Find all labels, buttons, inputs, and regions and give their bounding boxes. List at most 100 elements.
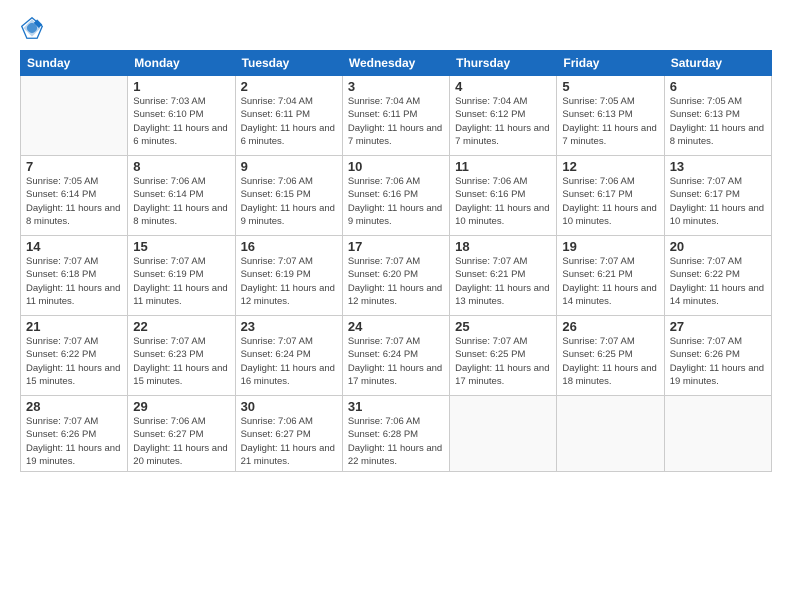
- cell-date-number: 29: [133, 399, 229, 414]
- week-row-3: 14Sunrise: 7:07 AMSunset: 6:18 PMDayligh…: [21, 236, 772, 316]
- calendar-cell: [557, 396, 664, 472]
- cell-date-number: 20: [670, 239, 766, 254]
- calendar-cell: [664, 396, 771, 472]
- cell-date-number: 21: [26, 319, 122, 334]
- week-row-2: 7Sunrise: 7:05 AMSunset: 6:14 PMDaylight…: [21, 156, 772, 236]
- cell-info: Sunrise: 7:07 AMSunset: 6:20 PMDaylight:…: [348, 255, 444, 308]
- cell-date-number: 9: [241, 159, 337, 174]
- calendar-cell: 10Sunrise: 7:06 AMSunset: 6:16 PMDayligh…: [342, 156, 449, 236]
- week-row-5: 28Sunrise: 7:07 AMSunset: 6:26 PMDayligh…: [21, 396, 772, 472]
- cell-date-number: 3: [348, 79, 444, 94]
- calendar-cell: [21, 76, 128, 156]
- calendar-cell: 15Sunrise: 7:07 AMSunset: 6:19 PMDayligh…: [128, 236, 235, 316]
- cell-info: Sunrise: 7:07 AMSunset: 6:26 PMDaylight:…: [26, 415, 122, 468]
- weekday-header-sunday: Sunday: [21, 51, 128, 76]
- cell-info: Sunrise: 7:06 AMSunset: 6:17 PMDaylight:…: [562, 175, 658, 228]
- week-row-4: 21Sunrise: 7:07 AMSunset: 6:22 PMDayligh…: [21, 316, 772, 396]
- cell-info: Sunrise: 7:07 AMSunset: 6:23 PMDaylight:…: [133, 335, 229, 388]
- calendar-cell: 25Sunrise: 7:07 AMSunset: 6:25 PMDayligh…: [450, 316, 557, 396]
- cell-date-number: 24: [348, 319, 444, 334]
- cell-info: Sunrise: 7:07 AMSunset: 6:22 PMDaylight:…: [26, 335, 122, 388]
- calendar-cell: 30Sunrise: 7:06 AMSunset: 6:27 PMDayligh…: [235, 396, 342, 472]
- calendar-cell: 3Sunrise: 7:04 AMSunset: 6:11 PMDaylight…: [342, 76, 449, 156]
- cell-date-number: 17: [348, 239, 444, 254]
- calendar-cell: 11Sunrise: 7:06 AMSunset: 6:16 PMDayligh…: [450, 156, 557, 236]
- calendar-cell: 7Sunrise: 7:05 AMSunset: 6:14 PMDaylight…: [21, 156, 128, 236]
- calendar-cell: 22Sunrise: 7:07 AMSunset: 6:23 PMDayligh…: [128, 316, 235, 396]
- weekday-row: SundayMondayTuesdayWednesdayThursdayFrid…: [21, 51, 772, 76]
- calendar-cell: 27Sunrise: 7:07 AMSunset: 6:26 PMDayligh…: [664, 316, 771, 396]
- cell-info: Sunrise: 7:07 AMSunset: 6:26 PMDaylight:…: [670, 335, 766, 388]
- cell-info: Sunrise: 7:04 AMSunset: 6:11 PMDaylight:…: [241, 95, 337, 148]
- calendar-cell: 26Sunrise: 7:07 AMSunset: 6:25 PMDayligh…: [557, 316, 664, 396]
- weekday-header-wednesday: Wednesday: [342, 51, 449, 76]
- calendar-cell: 23Sunrise: 7:07 AMSunset: 6:24 PMDayligh…: [235, 316, 342, 396]
- calendar-cell: 28Sunrise: 7:07 AMSunset: 6:26 PMDayligh…: [21, 396, 128, 472]
- calendar-cell: 5Sunrise: 7:05 AMSunset: 6:13 PMDaylight…: [557, 76, 664, 156]
- cell-info: Sunrise: 7:04 AMSunset: 6:12 PMDaylight:…: [455, 95, 551, 148]
- logo: [20, 16, 48, 40]
- calendar-cell: 16Sunrise: 7:07 AMSunset: 6:19 PMDayligh…: [235, 236, 342, 316]
- cell-date-number: 6: [670, 79, 766, 94]
- calendar-body: 1Sunrise: 7:03 AMSunset: 6:10 PMDaylight…: [21, 76, 772, 472]
- calendar-cell: 18Sunrise: 7:07 AMSunset: 6:21 PMDayligh…: [450, 236, 557, 316]
- cell-date-number: 19: [562, 239, 658, 254]
- calendar-cell: 6Sunrise: 7:05 AMSunset: 6:13 PMDaylight…: [664, 76, 771, 156]
- cell-info: Sunrise: 7:06 AMSunset: 6:28 PMDaylight:…: [348, 415, 444, 468]
- cell-date-number: 25: [455, 319, 551, 334]
- cell-info: Sunrise: 7:06 AMSunset: 6:15 PMDaylight:…: [241, 175, 337, 228]
- cell-info: Sunrise: 7:07 AMSunset: 6:18 PMDaylight:…: [26, 255, 122, 308]
- header: [20, 16, 772, 40]
- calendar-cell: 24Sunrise: 7:07 AMSunset: 6:24 PMDayligh…: [342, 316, 449, 396]
- calendar-cell: 21Sunrise: 7:07 AMSunset: 6:22 PMDayligh…: [21, 316, 128, 396]
- calendar-cell: 8Sunrise: 7:06 AMSunset: 6:14 PMDaylight…: [128, 156, 235, 236]
- calendar-cell: [450, 396, 557, 472]
- calendar-cell: 17Sunrise: 7:07 AMSunset: 6:20 PMDayligh…: [342, 236, 449, 316]
- cell-date-number: 22: [133, 319, 229, 334]
- calendar-cell: 20Sunrise: 7:07 AMSunset: 6:22 PMDayligh…: [664, 236, 771, 316]
- cell-info: Sunrise: 7:07 AMSunset: 6:24 PMDaylight:…: [241, 335, 337, 388]
- cell-info: Sunrise: 7:07 AMSunset: 6:22 PMDaylight:…: [670, 255, 766, 308]
- cell-date-number: 31: [348, 399, 444, 414]
- calendar-cell: 9Sunrise: 7:06 AMSunset: 6:15 PMDaylight…: [235, 156, 342, 236]
- page: SundayMondayTuesdayWednesdayThursdayFrid…: [0, 0, 792, 612]
- cell-date-number: 5: [562, 79, 658, 94]
- cell-date-number: 18: [455, 239, 551, 254]
- cell-info: Sunrise: 7:07 AMSunset: 6:25 PMDaylight:…: [562, 335, 658, 388]
- cell-date-number: 2: [241, 79, 337, 94]
- weekday-header-friday: Friday: [557, 51, 664, 76]
- cell-date-number: 1: [133, 79, 229, 94]
- cell-date-number: 14: [26, 239, 122, 254]
- weekday-header-saturday: Saturday: [664, 51, 771, 76]
- cell-info: Sunrise: 7:06 AMSunset: 6:27 PMDaylight:…: [133, 415, 229, 468]
- cell-info: Sunrise: 7:03 AMSunset: 6:10 PMDaylight:…: [133, 95, 229, 148]
- calendar-table: SundayMondayTuesdayWednesdayThursdayFrid…: [20, 50, 772, 472]
- cell-info: Sunrise: 7:04 AMSunset: 6:11 PMDaylight:…: [348, 95, 444, 148]
- calendar-cell: 12Sunrise: 7:06 AMSunset: 6:17 PMDayligh…: [557, 156, 664, 236]
- calendar-cell: 19Sunrise: 7:07 AMSunset: 6:21 PMDayligh…: [557, 236, 664, 316]
- logo-icon: [20, 16, 44, 40]
- cell-date-number: 28: [26, 399, 122, 414]
- cell-date-number: 4: [455, 79, 551, 94]
- cell-date-number: 8: [133, 159, 229, 174]
- cell-info: Sunrise: 7:05 AMSunset: 6:13 PMDaylight:…: [670, 95, 766, 148]
- calendar-cell: 2Sunrise: 7:04 AMSunset: 6:11 PMDaylight…: [235, 76, 342, 156]
- calendar-cell: 29Sunrise: 7:06 AMSunset: 6:27 PMDayligh…: [128, 396, 235, 472]
- calendar-cell: 31Sunrise: 7:06 AMSunset: 6:28 PMDayligh…: [342, 396, 449, 472]
- cell-info: Sunrise: 7:06 AMSunset: 6:16 PMDaylight:…: [455, 175, 551, 228]
- cell-date-number: 11: [455, 159, 551, 174]
- cell-info: Sunrise: 7:06 AMSunset: 6:27 PMDaylight:…: [241, 415, 337, 468]
- cell-info: Sunrise: 7:07 AMSunset: 6:25 PMDaylight:…: [455, 335, 551, 388]
- cell-info: Sunrise: 7:07 AMSunset: 6:19 PMDaylight:…: [133, 255, 229, 308]
- cell-info: Sunrise: 7:05 AMSunset: 6:14 PMDaylight:…: [26, 175, 122, 228]
- cell-date-number: 26: [562, 319, 658, 334]
- week-row-1: 1Sunrise: 7:03 AMSunset: 6:10 PMDaylight…: [21, 76, 772, 156]
- cell-info: Sunrise: 7:07 AMSunset: 6:21 PMDaylight:…: [455, 255, 551, 308]
- cell-info: Sunrise: 7:07 AMSunset: 6:21 PMDaylight:…: [562, 255, 658, 308]
- calendar-header: SundayMondayTuesdayWednesdayThursdayFrid…: [21, 51, 772, 76]
- weekday-header-monday: Monday: [128, 51, 235, 76]
- cell-info: Sunrise: 7:06 AMSunset: 6:14 PMDaylight:…: [133, 175, 229, 228]
- cell-date-number: 7: [26, 159, 122, 174]
- cell-date-number: 30: [241, 399, 337, 414]
- calendar-cell: 4Sunrise: 7:04 AMSunset: 6:12 PMDaylight…: [450, 76, 557, 156]
